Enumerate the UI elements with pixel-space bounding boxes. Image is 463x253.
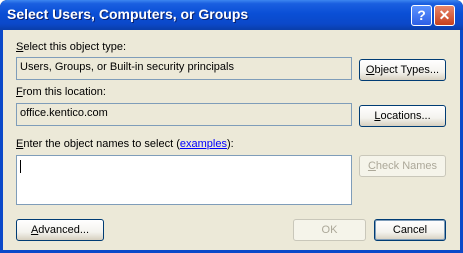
examples-link[interactable]: examples	[180, 138, 227, 150]
title-bar[interactable]: Select Users, Computers, or Groups ? ✕	[0, 0, 463, 30]
close-icon: ✕	[438, 7, 451, 23]
help-button[interactable]: ?	[411, 5, 432, 26]
location-field: office.kentico.com	[16, 103, 352, 126]
window-title: Select Users, Computers, or Groups	[7, 6, 249, 22]
dialog-body: Select this object type: Users, Groups, …	[3, 30, 460, 250]
names-label: Enter the object names to select (exampl…	[16, 138, 234, 150]
help-icon: ?	[417, 7, 426, 23]
advanced-button[interactable]: Advanced...	[16, 219, 104, 241]
object-type-label: Select this object type:	[16, 41, 127, 53]
object-types-button[interactable]: Object Types...	[359, 59, 446, 81]
ok-button[interactable]: OK	[293, 219, 366, 241]
close-button[interactable]: ✕	[434, 5, 455, 26]
object-type-field: Users, Groups, or Built-in security prin…	[16, 57, 352, 80]
cancel-button[interactable]: Cancel	[374, 219, 446, 241]
check-names-button[interactable]: Check Names	[359, 155, 446, 177]
dialog-window: Select Users, Computers, or Groups ? ✕ S…	[0, 0, 463, 253]
location-label: From this location:	[16, 86, 106, 98]
object-names-input[interactable]	[16, 155, 352, 205]
locations-button[interactable]: Locations...	[359, 105, 446, 127]
text-caret	[20, 160, 21, 173]
